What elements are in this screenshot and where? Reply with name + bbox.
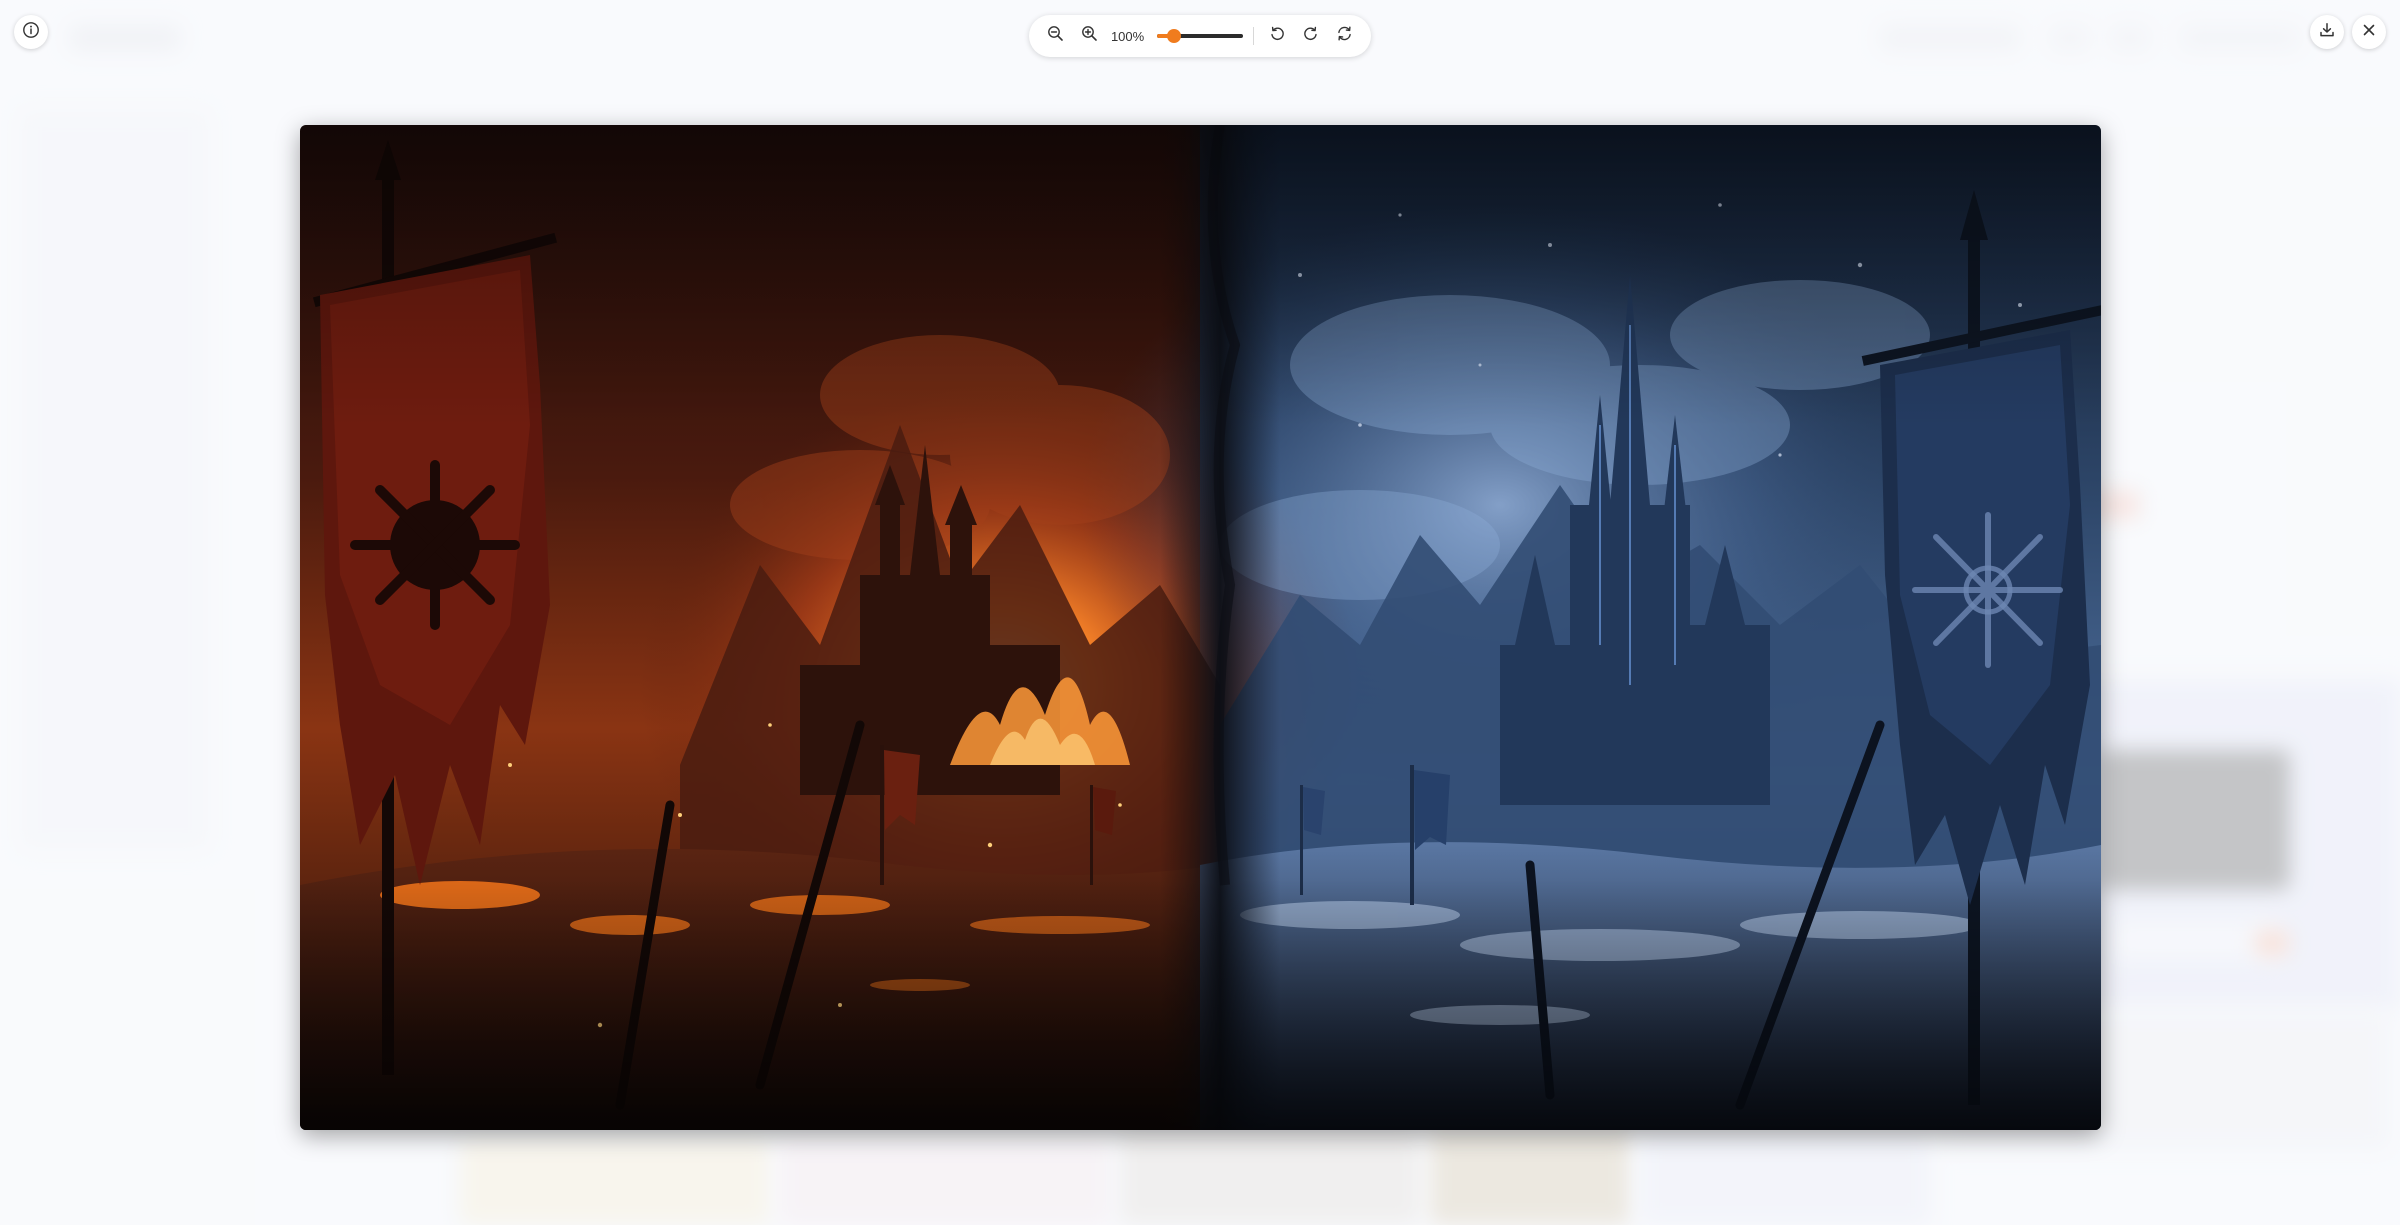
info-button[interactable] [14, 15, 48, 49]
zoom-in-icon [1081, 25, 1098, 47]
rotate-left-button[interactable] [1264, 23, 1290, 49]
zoom-level: 100% [1110, 28, 1145, 44]
viewer-image[interactable] [300, 125, 2101, 1130]
zoom-slider-thumb[interactable] [1167, 29, 1182, 43]
fire-and-ice-artwork [300, 125, 2101, 1130]
info-circle-icon [22, 21, 40, 44]
close-button[interactable] [2352, 15, 2386, 49]
close-icon [2361, 22, 2377, 43]
download-button[interactable] [2310, 15, 2344, 49]
rotate-left-icon [1269, 25, 1286, 47]
viewer-toolbar: 100% [1029, 15, 1371, 57]
rotate-right-icon [1302, 25, 1319, 47]
zoom-out-button[interactable] [1043, 23, 1069, 49]
toolbar-divider [1253, 27, 1255, 45]
reset-icon [1336, 25, 1353, 47]
reset-button[interactable] [1331, 23, 1357, 49]
zoom-slider[interactable] [1157, 29, 1244, 43]
zoom-out-icon [1047, 25, 1064, 47]
download-icon [2318, 21, 2336, 44]
rotate-right-button[interactable] [1298, 23, 1324, 49]
zoom-in-button[interactable] [1077, 23, 1103, 49]
